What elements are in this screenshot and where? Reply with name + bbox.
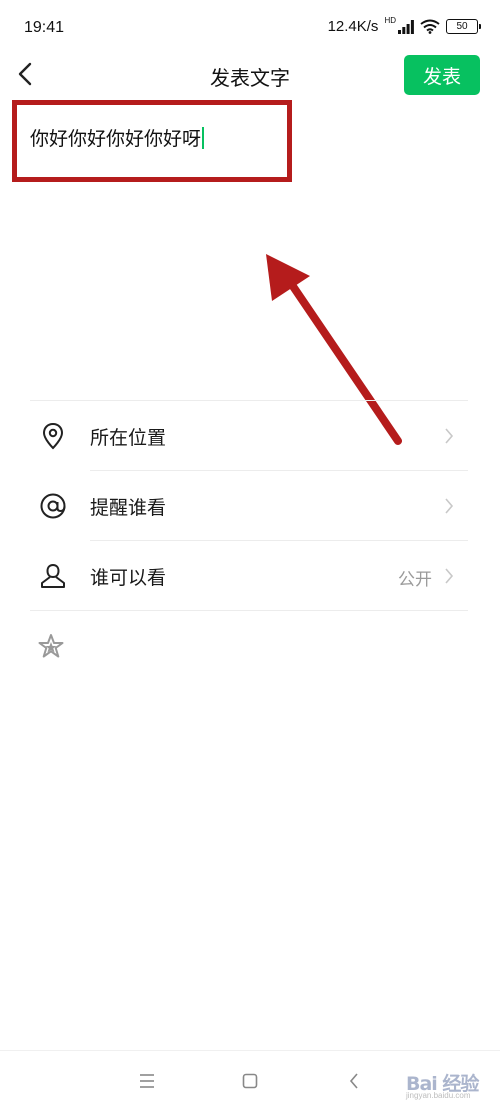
person-icon	[41, 563, 65, 588]
system-nav-bar: Bai 经验 jingyan.baidu.com	[0, 1050, 500, 1112]
watermark-logo: Bai 经验 jingyan.baidu.com	[406, 1065, 486, 1103]
network-speed: 12.4K/s	[327, 18, 379, 35]
home-square-icon[interactable]	[242, 1073, 258, 1089]
status-time: 19:41	[24, 19, 65, 36]
publish-button[interactable]: 发表	[404, 55, 480, 95]
option-label: 谁可以看	[90, 567, 167, 589]
menu-icon[interactable]	[138, 1073, 156, 1089]
location-pin-icon	[42, 422, 64, 450]
watermark-text: Bai 经验	[406, 1073, 479, 1095]
compose-text: 你好你好你好你好呀	[30, 128, 202, 150]
chevron-right-icon	[445, 568, 454, 584]
option-extra[interactable]	[30, 611, 468, 681]
wifi-icon	[420, 19, 440, 34]
signal-icon	[398, 19, 414, 34]
option-value: 公开	[398, 570, 432, 590]
status-indicators: 12.4K/s HD 50	[327, 16, 481, 35]
chevron-right-icon	[445, 428, 454, 444]
option-label: 所在位置	[90, 427, 167, 449]
watermark-subtext: jingyan.baidu.com	[406, 1091, 471, 1100]
option-label: 提醒谁看	[90, 497, 167, 519]
star-icon	[38, 634, 64, 658]
at-sign-icon	[40, 493, 66, 519]
option-location[interactable]: 所在位置	[30, 401, 468, 471]
status-bar: 19:41 12.4K/s HD 50	[0, 0, 500, 50]
compose-text-input[interactable]: 你好你好你好你好呀	[14, 102, 294, 182]
option-visibility[interactable]: 谁可以看 公开	[30, 541, 468, 611]
chevron-right-icon	[445, 498, 454, 514]
post-options-list: 所在位置 提醒谁看 谁可以看 公开	[30, 400, 468, 681]
battery-icon: 50	[446, 19, 481, 34]
back-chevron-icon[interactable]	[348, 1072, 360, 1090]
network-type: HD	[384, 16, 396, 25]
option-remind[interactable]: 提醒谁看	[30, 471, 468, 541]
text-caret	[202, 127, 205, 149]
header: 发表文字 发表	[0, 50, 500, 100]
